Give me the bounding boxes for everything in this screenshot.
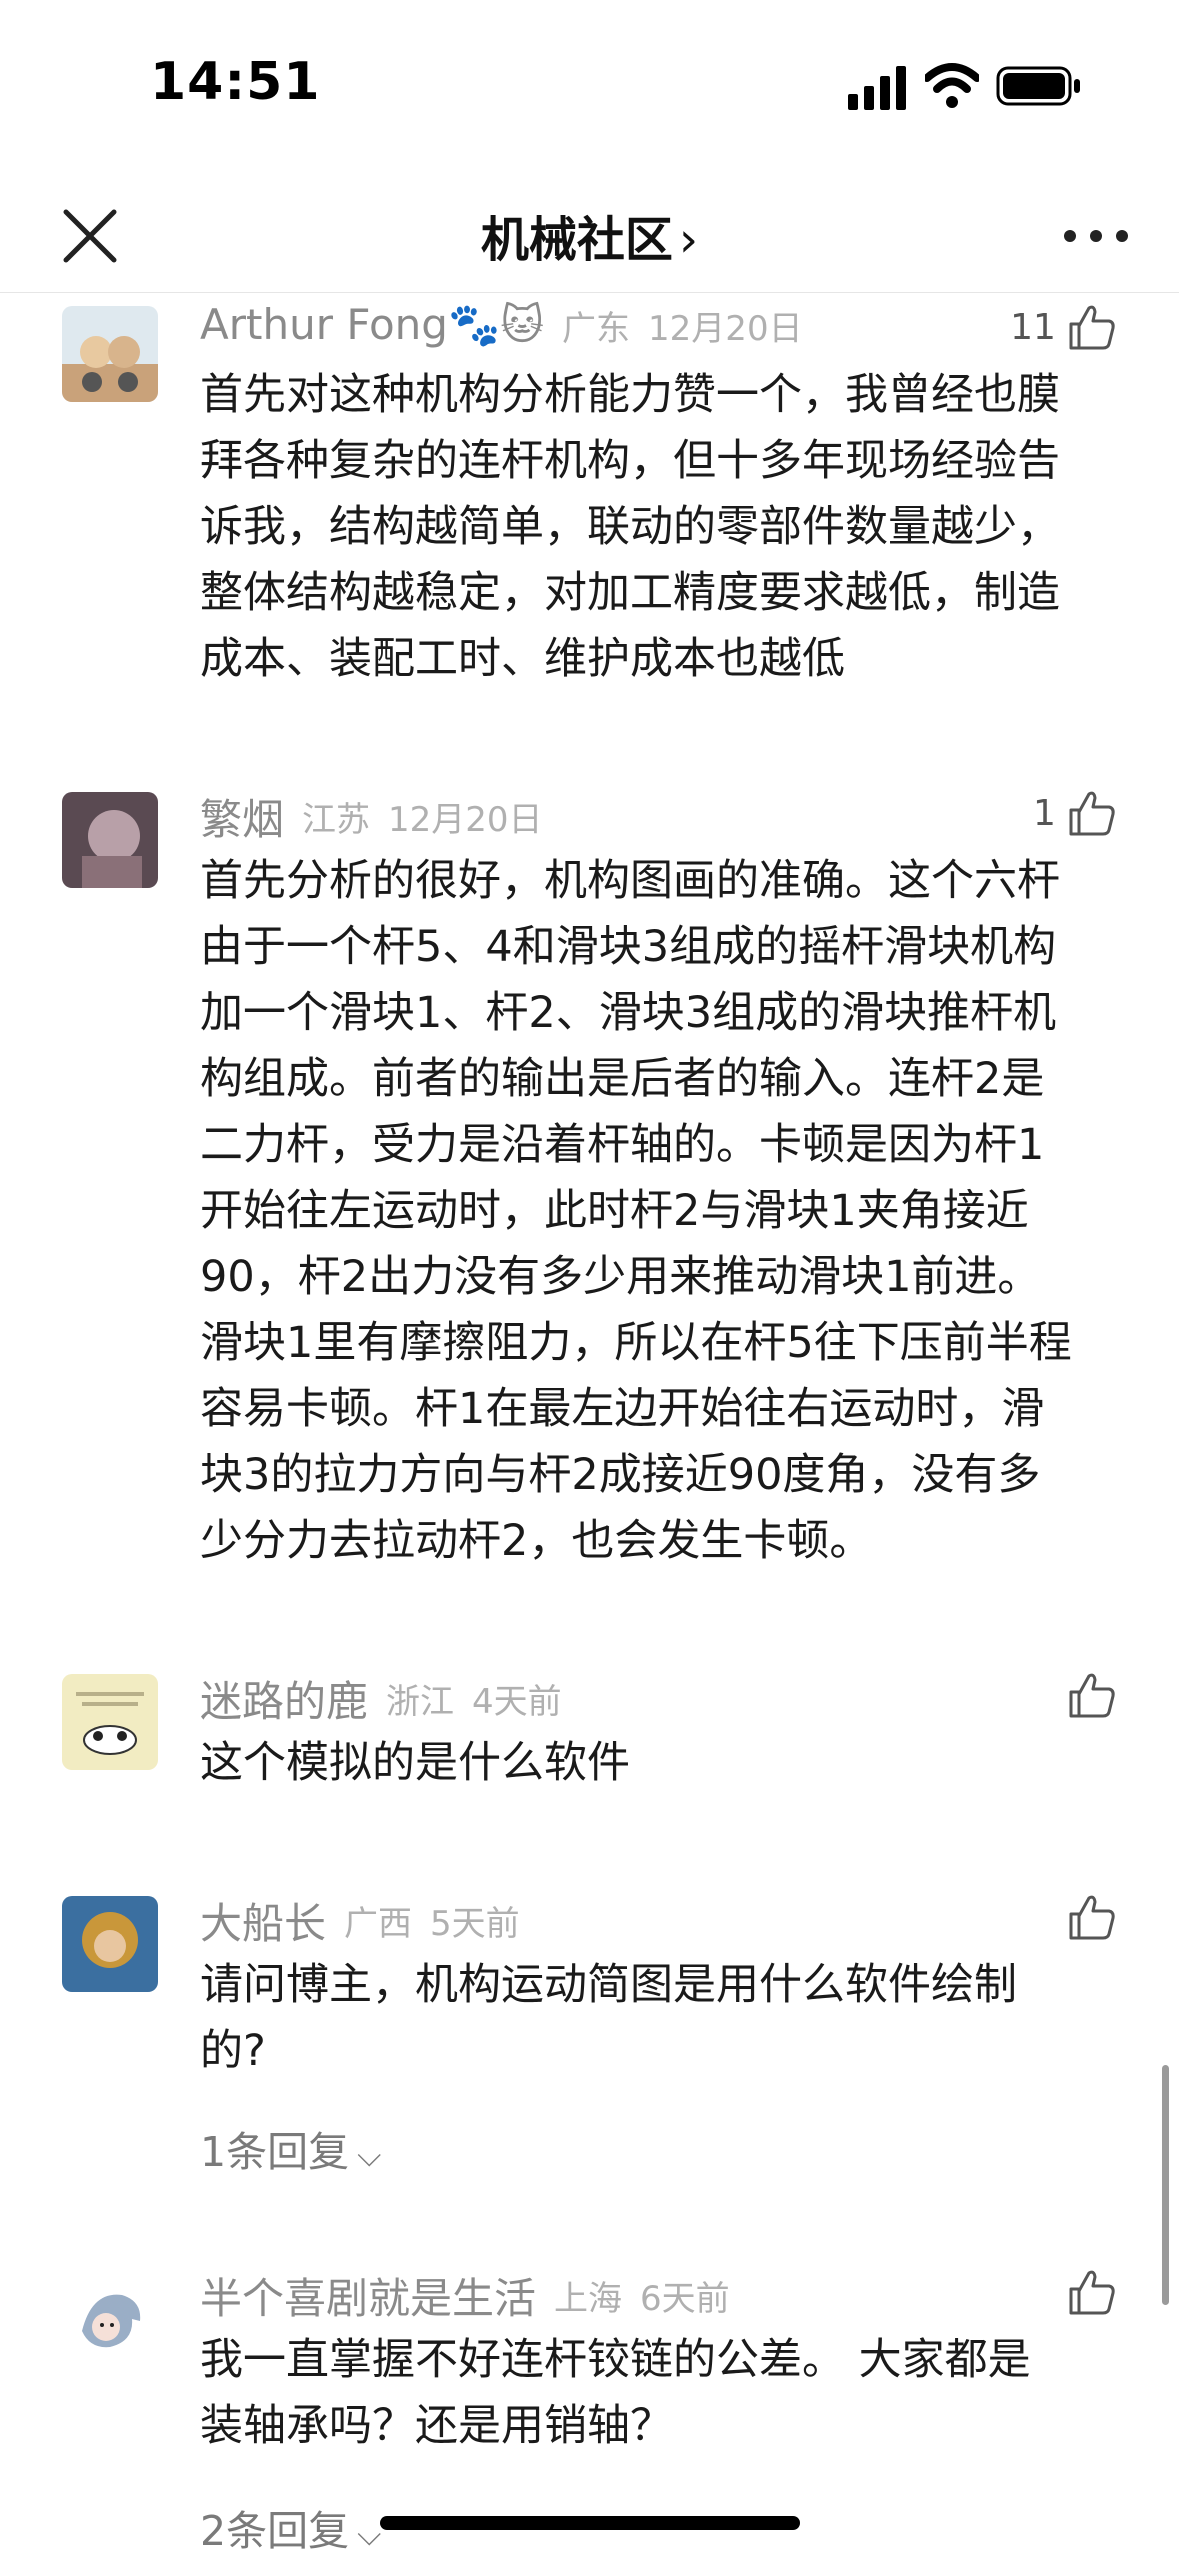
comment-line: 二力杆，受力是沿着杆轴的。卡顿是因为杆1 [200,1120,1045,1170]
avatar[interactable] [62,792,158,888]
comment-text: 我一直掌握不好连杆铰链的公差。 大家都是 装轴承吗？还是用销轴？ [200,2327,1120,2459]
comment-author[interactable]: 迷路的鹿 [200,1677,368,1726]
comment-date: 12月20日 [648,308,803,349]
comment-author[interactable]: 半个喜剧就是生活 [200,2274,536,2323]
thumbs-up-icon [1069,1673,1115,1718]
comment-date: 4天前 [472,1682,562,1722]
comment-text: 请问博主，机构运动简图是用什么软件绘制 的? [200,1952,1120,2084]
thumbs-up-icon [1069,2270,1115,2315]
scrollbar[interactable] [1162,2065,1169,2305]
like-count: 11 [1010,306,1056,348]
comment-line: 滑块1里有摩擦阻力，所以在杆5往下压前半程 [200,1318,1072,1368]
replies-count: 1条回复 [200,2128,350,2176]
comment-line: 请问博主，机构运动简图是用什么软件绘制 [200,1960,1017,2010]
comment-location: 上海 [554,2279,623,2319]
chevron-down-icon: ⌵ [357,2136,382,2174]
comment-location: 广东 [562,308,631,349]
avatar[interactable] [62,1674,158,1770]
page-title[interactable]: 机械社区 › [0,200,1179,270]
battery-icon [996,66,1080,106]
wifi-icon [925,63,979,108]
comment-author[interactable]: Arthur Fong🐾🐱 [200,300,544,349]
status-bar: 14:51 [0,0,1179,180]
replies-toggle[interactable]: 1条回复 ⌵ [200,2118,381,2178]
nav-bar: 机械社区 › [0,180,1179,293]
comment-author[interactable]: 繁烟 [200,795,284,844]
comment-location: 广西 [344,1904,413,1944]
comment-line: 构组成。前者的输出是后者的输入。连杆2是 [200,1054,1045,1104]
comment-item: 大船长 广西 5天前 请问博主，机构运动简图是用什么软件绘制 的? 1条回复 ⌵ [0,1890,1179,2190]
comment-line: 装轴承吗？还是用销轴？ [200,2401,673,2451]
comment-date: 5天前 [430,1904,520,1944]
comment-author[interactable]: 大船长 [200,1899,326,1948]
comment-item: 半个喜剧就是生活 上海 6天前 我一直掌握不好连杆铰链的公差。 大家都是 装轴承吗？… [0,2265,1179,2556]
comment-item: Arthur Fong🐾🐱 广东 12月20日 11 首先对这种机构分析能力赞一个，… [0,300,1179,720]
like-button[interactable] [1067,1892,1117,1952]
comment-item: 迷路的鹿 浙江 4天前 这个模拟的是什么软件 [0,1668,1179,1818]
comment-line: 整体结构越稳定，对加工精度要求越低，制造 [200,568,1060,618]
comment-header: Arthur Fong🐾🐱 广东 12月20日 [200,300,803,370]
comment-line: 首先分析的很好，机构图画的准确。这个六杆 [200,856,1060,906]
comment-line: 我一直掌握不好连杆铰链的公差。 大家都是 [200,2335,1031,2385]
chevron-down-icon: ⌵ [357,2515,382,2553]
more-icon[interactable] [1060,214,1132,258]
comment-date: 12月20日 [388,800,543,840]
replies-toggle[interactable]: 2条回复 ⌵ [200,2497,381,2557]
comment-text: 这个模拟的是什么软件 [200,1730,1120,1796]
comment-line: 块3的拉力方向与杆2成接近90度角，没有多 [200,1450,1041,1500]
thumbs-up-icon [1069,1895,1115,1940]
thumbs-up-icon [1069,791,1115,836]
thumbs-up-icon [1069,305,1115,350]
comment-line: 这个模拟的是什么软件 [200,1738,630,1788]
comment-line: 容易卡顿。杆1在最左边开始往右运动时，滑 [200,1384,1045,1434]
comment-line: 90，杆2出力没有多少用来推动滑块1前进。 [200,1252,1041,1302]
comment-header: 繁烟 江苏 12月20日 [200,786,543,856]
like-count: 1 [1033,792,1056,834]
comment-line: 成本、装配工时、维护成本也越低 [200,634,845,684]
comment-text: 首先分析的很好，机构图画的准确。这个六杆 由于一个杆5、4和滑块3组成的摇杆滑块… [200,848,1120,1574]
replies-count: 2条回复 [200,2507,350,2555]
page-title-text: 机械社区 [480,212,673,268]
comment-location: 浙江 [386,1682,455,1722]
like-button[interactable] [1067,2267,1117,2327]
comment-line: 加一个滑块1、杆2、滑块3组成的滑块推杆机 [200,988,1057,1038]
comment-line: 少分力去拉动杆2，也会发生卡顿。 [200,1516,873,1566]
avatar[interactable] [62,306,158,402]
comment-line: 由于一个杆5、4和滑块3组成的摇杆滑块机构 [200,922,1057,972]
chevron-right-icon: › [678,212,699,268]
comment-line: 首先对这种机构分析能力赞一个，我曾经也膜 [200,370,1060,420]
comment-line: 诉我，结构越简单，联动的零部件数量越少， [200,502,1060,552]
avatar[interactable] [62,1896,158,1992]
comment-location: 江苏 [302,800,371,840]
comment-line: 开始往左运动时，此时杆2与滑块1夹角接近 [200,1186,1029,1236]
status-time: 14:51 [150,52,321,112]
comment-header: 迷路的鹿 浙江 4天前 [200,1668,562,1738]
comment-date: 6天前 [640,2279,730,2319]
home-indicator[interactable] [380,2516,800,2530]
comment-header: 大船长 广西 5天前 [200,1890,520,1960]
cellular-signal-icon [848,66,906,110]
like-button[interactable] [1067,1670,1117,1730]
comment-text: 首先对这种机构分析能力赞一个，我曾经也膜 拜各种复杂的连杆机构，但十多年现场经验… [200,362,1120,692]
comment-line: 拜各种复杂的连杆机构，但十多年现场经验告 [200,436,1060,486]
avatar[interactable] [62,2271,158,2367]
like-button[interactable]: 11 [1010,302,1117,362]
comment-line: 的? [200,2026,266,2076]
like-button[interactable]: 1 [1033,788,1117,848]
comment-item: 繁烟 江苏 12月20日 1 首先分析的很好，机构图画的准确。这个六杆 由于一个杆5… [0,786,1179,1586]
comment-header: 半个喜剧就是生活 上海 6天前 [200,2265,730,2335]
